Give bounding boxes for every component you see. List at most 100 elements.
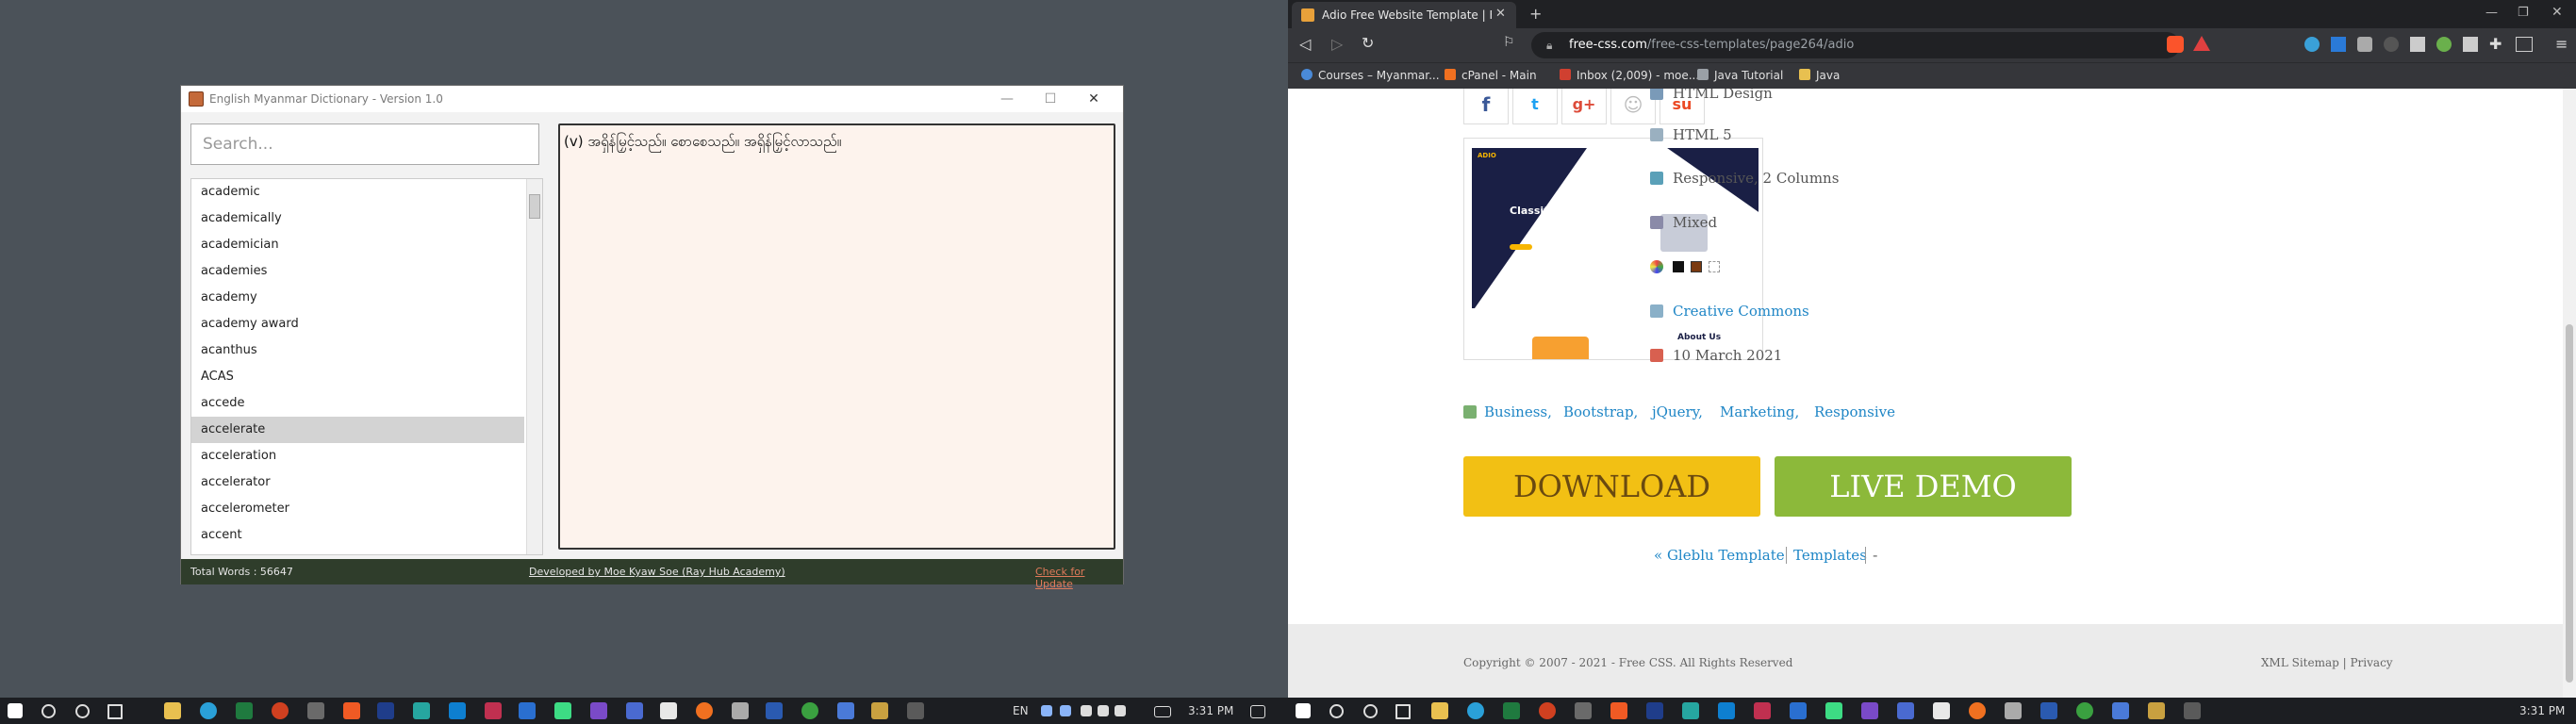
word-list-item[interactable]: accelerate xyxy=(191,417,524,443)
android-studio-icon[interactable] xyxy=(1825,702,1842,719)
search-icon[interactable] xyxy=(41,704,56,718)
tray-icon-3[interactable] xyxy=(1081,705,1092,716)
window-minimize-icon[interactable]: — xyxy=(2485,6,2498,20)
tag-jquery[interactable]: jQuery, xyxy=(1652,403,1703,420)
reload-icon[interactable]: ↻ xyxy=(1362,34,1374,52)
app-icon-green[interactable] xyxy=(801,702,818,719)
page-scrollbar[interactable] xyxy=(2563,89,2576,698)
google-plus-share-icon[interactable]: g+ xyxy=(1561,89,1607,124)
new-tab-icon[interactable]: + xyxy=(1529,5,1542,23)
app-icon-pen[interactable] xyxy=(732,702,749,719)
visual-studio-icon[interactable] xyxy=(1861,702,1878,719)
language-indicator[interactable]: EN xyxy=(1013,704,1029,717)
bookmark-3[interactable]: Inbox (2,009) - moe... xyxy=(1560,69,1699,82)
app-icon-white[interactable] xyxy=(1933,702,1950,719)
address-bar[interactable]: 🔒︎ free-css.com/free-css-templates/page2… xyxy=(1531,32,2180,58)
app-icon-white[interactable] xyxy=(660,702,677,719)
wifi-icon[interactable] xyxy=(1098,705,1109,716)
check-update-link[interactable]: Check for Update xyxy=(1035,566,1123,590)
app-icon-pink[interactable] xyxy=(485,702,502,719)
word-list[interactable]: academic academically academician academies… xyxy=(190,178,543,555)
extension-icon-3[interactable] xyxy=(2357,37,2372,52)
dictionary-taskbar-icon[interactable] xyxy=(2148,702,2165,719)
live-demo-button[interactable]: LIVE DEMO xyxy=(1775,456,2072,517)
app-icon-orange[interactable] xyxy=(696,702,713,719)
word-list-item[interactable]: acanthus xyxy=(191,337,524,364)
tray-icon-1[interactable] xyxy=(1041,705,1052,716)
search-icon[interactable] xyxy=(1329,704,1344,718)
download-button[interactable]: DOWNLOAD xyxy=(1463,456,1760,517)
word-icon[interactable] xyxy=(2040,702,2057,719)
tag-business[interactable]: Business, xyxy=(1484,403,1552,420)
word-list-item[interactable]: acceleration xyxy=(191,443,524,469)
menu-icon[interactable]: ≡ xyxy=(2555,35,2568,53)
photoshop-icon[interactable] xyxy=(1646,702,1663,719)
bookmark-page-icon[interactable]: ⚐ xyxy=(1503,35,1515,50)
dictionary-taskbar-icon[interactable] xyxy=(871,702,888,719)
minimize-button[interactable]: — xyxy=(985,86,1029,112)
word-list-item[interactable]: accelerator xyxy=(191,469,524,496)
word-list-item[interactable]: ACAS xyxy=(191,364,524,390)
word-list-item[interactable]: accelerometer xyxy=(191,496,524,522)
volume-icon[interactable] xyxy=(1115,705,1126,716)
extension-icon-1[interactable] xyxy=(2304,37,2320,52)
extension-icon-7[interactable] xyxy=(2463,37,2478,52)
scrollbar-thumb[interactable] xyxy=(529,194,540,219)
bookmark-5[interactable]: Java xyxy=(1799,69,1840,82)
windows-start-icon[interactable] xyxy=(1296,703,1311,718)
intellij-icon[interactable] xyxy=(1790,702,1807,719)
edge-icon[interactable] xyxy=(200,702,217,719)
extension-icon-6[interactable] xyxy=(2436,37,2452,52)
photoshop-icon[interactable] xyxy=(377,702,394,719)
windows-start-icon[interactable] xyxy=(8,703,23,718)
footer-links[interactable]: XML Sitemap | Privacy xyxy=(2261,656,2393,669)
excel-icon[interactable] xyxy=(236,702,253,719)
app-icon-orange[interactable] xyxy=(1969,702,1986,719)
visual-studio-icon[interactable] xyxy=(590,702,607,719)
app-icon-red[interactable] xyxy=(1539,702,1556,719)
edge-icon[interactable] xyxy=(1467,702,1484,719)
twitter-share-icon[interactable]: t xyxy=(1512,89,1558,124)
bookmark-4[interactable]: Java Tutorial xyxy=(1697,69,1783,82)
app-icon-blue[interactable] xyxy=(1897,702,1914,719)
android-studio-icon[interactable] xyxy=(554,702,571,719)
keyboard-icon[interactable] xyxy=(1154,706,1171,717)
app-icon-dark[interactable] xyxy=(2184,702,2201,719)
extension-icon-4[interactable] xyxy=(2384,37,2399,52)
facebook-share-icon[interactable]: f xyxy=(1463,89,1509,124)
prev-template-link[interactable]: « Gleblu Template xyxy=(1654,547,1785,564)
app-icon-blue[interactable] xyxy=(626,702,643,719)
meta-license[interactable]: Creative Commons xyxy=(1650,303,1809,320)
app-icon-globe[interactable] xyxy=(837,702,854,719)
excel-icon[interactable] xyxy=(1503,702,1520,719)
word-list-item[interactable]: academic xyxy=(191,179,524,206)
close-button[interactable]: ✕ xyxy=(1072,86,1115,112)
sidebar-icon[interactable] xyxy=(2516,37,2533,52)
file-explorer-icon[interactable] xyxy=(1431,702,1448,719)
task-view-icon[interactable] xyxy=(107,704,123,719)
app-icon-gray[interactable] xyxy=(307,702,324,719)
intellij-icon[interactable] xyxy=(519,702,536,719)
clock[interactable]: 3:31 PM xyxy=(2519,704,2565,717)
extensions-puzzle-icon[interactable]: ✚ xyxy=(2489,35,2502,53)
maximize-button[interactable]: ☐ xyxy=(1029,86,1072,112)
page-scrollbar-thumb[interactable] xyxy=(2566,324,2573,683)
clock[interactable]: 3:31 PM xyxy=(1188,704,1233,717)
tag-responsive[interactable]: Responsive xyxy=(1814,403,1895,420)
meta-license-link[interactable]: Creative Commons xyxy=(1673,303,1809,320)
forward-icon[interactable]: ▷ xyxy=(1331,35,1343,53)
word-list-item[interactable]: accede xyxy=(191,390,524,417)
vscode-icon[interactable] xyxy=(449,702,466,719)
browser-tab[interactable]: Adio Free Website Template | Free ✕ xyxy=(1292,2,1516,28)
task-view-icon[interactable] xyxy=(1395,704,1411,719)
back-icon[interactable]: ◁ xyxy=(1299,35,1311,53)
word-list-item[interactable]: accent xyxy=(191,522,524,549)
app-icon-gray[interactable] xyxy=(1575,702,1592,719)
brave-icon[interactable] xyxy=(1610,702,1627,719)
window-close-icon[interactable]: ✕ xyxy=(2551,5,2563,20)
word-list-item[interactable]: academy xyxy=(191,285,524,311)
word-list-item[interactable]: academician xyxy=(191,232,524,258)
app-icon-teal[interactable] xyxy=(413,702,430,719)
file-explorer-icon[interactable] xyxy=(164,702,181,719)
url-text[interactable]: free-css.com/free-css-templates/page264/… xyxy=(1569,38,1854,52)
